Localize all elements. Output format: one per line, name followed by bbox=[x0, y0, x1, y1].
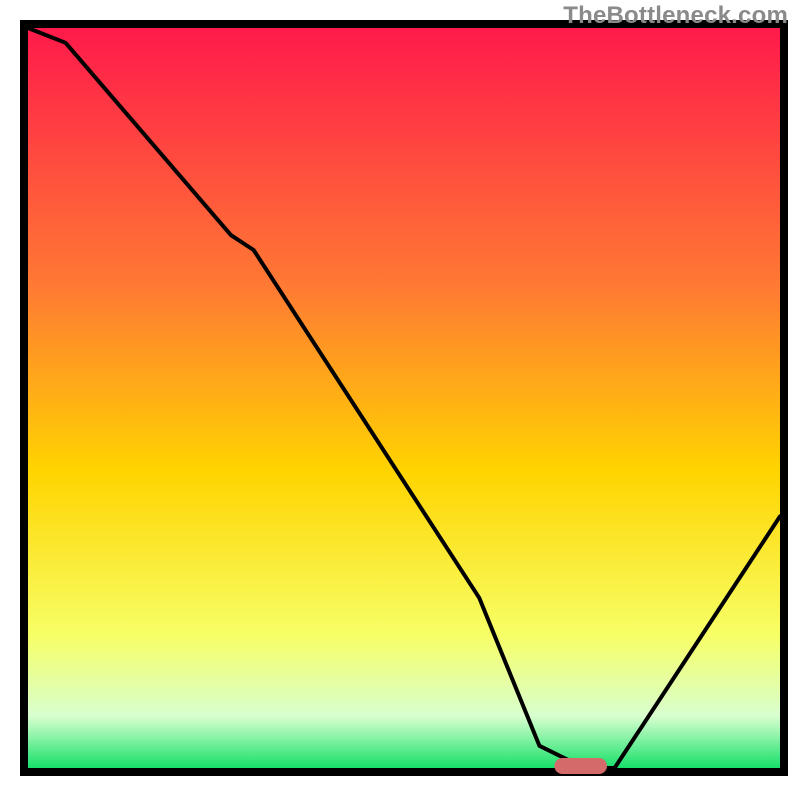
watermark-text: TheBottleneck.com bbox=[563, 2, 788, 30]
optimum-marker bbox=[554, 758, 607, 774]
chart-background-gradient bbox=[28, 28, 780, 768]
bottleneck-chart bbox=[0, 0, 800, 800]
chart-container: TheBottleneck.com bbox=[0, 0, 800, 800]
